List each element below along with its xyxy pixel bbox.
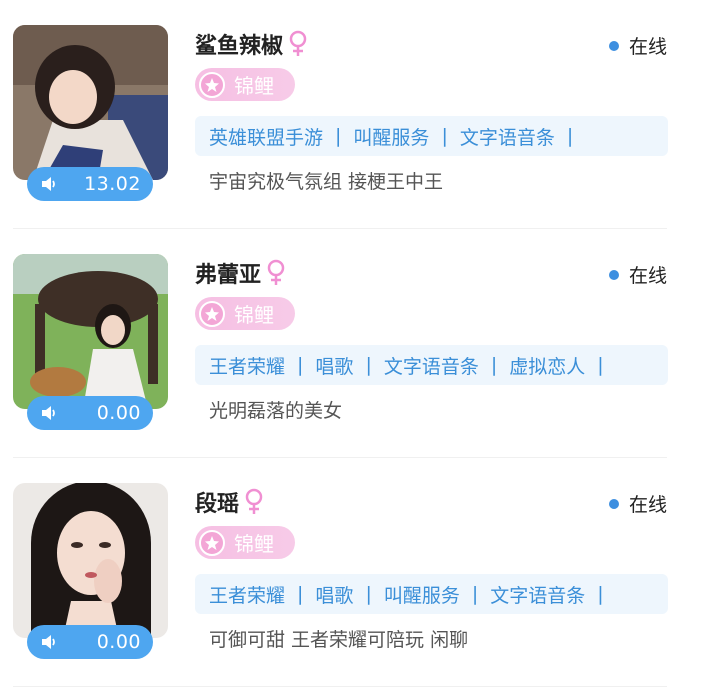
tag-separator: | xyxy=(566,125,574,147)
voice-intro-button[interactable]: 0.00 xyxy=(27,625,153,659)
tag[interactable]: 唱歌 xyxy=(315,352,353,379)
level-badge: 锦鲤 xyxy=(195,526,295,559)
status-text: 在线 xyxy=(628,265,667,287)
tag[interactable]: 虚拟恋人 xyxy=(509,352,585,379)
female-icon xyxy=(289,30,307,56)
speaker-icon xyxy=(42,406,55,420)
tag[interactable]: 文字语音条 xyxy=(384,352,479,379)
avatar-image xyxy=(13,25,168,180)
online-status: 在线 xyxy=(608,261,667,288)
online-status: 在线 xyxy=(608,490,667,517)
divider xyxy=(13,686,667,687)
user-card[interactable]: 0.00 段瑶 在线 锦鲤 王者荣耀 | 唱歌 | 叫醒服务 | 文字语音条 | xyxy=(0,458,711,687)
tag-separator: | xyxy=(297,354,304,376)
user-name-row: 段瑶 xyxy=(195,486,265,518)
tag-separator: | xyxy=(297,583,304,605)
user-card[interactable]: 0.00 弗蕾亚 在线 锦鲤 王者荣耀 | 唱歌 | 文字语音条 | 虚拟恋人 | xyxy=(0,229,711,458)
tag-separator: | xyxy=(490,354,498,376)
status-text: 在线 xyxy=(628,36,667,58)
voice-duration: 0.00 xyxy=(96,402,141,424)
avatar-image xyxy=(13,254,168,409)
tag-separator: | xyxy=(597,583,604,605)
skill-tags: 王者荣耀 | 唱歌 | 叫醒服务 | 文字语音条 | xyxy=(195,574,668,614)
avatar[interactable] xyxy=(13,254,168,409)
badge-label: 锦鲤 xyxy=(234,74,274,98)
speaker-icon xyxy=(42,635,55,649)
skill-tags: 英雄联盟手游 | 叫醒服务 | 文字语音条 | xyxy=(195,116,668,156)
user-bio: 宇宙究极气氛组 接梗王中王 xyxy=(209,171,444,193)
online-dot-icon xyxy=(608,498,619,509)
tag[interactable]: 王者荣耀 xyxy=(209,352,285,379)
star-icon xyxy=(199,71,225,98)
online-dot-icon xyxy=(608,269,619,280)
user-card[interactable]: 13.02 鲨鱼辣椒 在线 锦鲤 英雄联盟手游 | 叫醒服务 | 文字语音条 | xyxy=(0,0,711,229)
tag[interactable]: 文字语音条 xyxy=(460,123,555,150)
online-dot-icon xyxy=(608,40,619,51)
tag[interactable]: 叫醒服务 xyxy=(353,123,429,150)
star-icon xyxy=(199,529,225,556)
tag[interactable]: 王者荣耀 xyxy=(209,581,285,608)
star-icon xyxy=(199,300,225,327)
tag-separator: | xyxy=(365,583,372,605)
badge-label: 锦鲤 xyxy=(234,532,274,556)
speaker-icon xyxy=(42,177,55,191)
user-name: 弗蕾亚 xyxy=(195,263,262,288)
female-icon xyxy=(267,259,285,285)
user-name-row: 弗蕾亚 xyxy=(195,257,287,289)
user-name-row: 鲨鱼辣椒 xyxy=(195,28,309,60)
tag[interactable]: 英雄联盟手游 xyxy=(209,123,323,150)
tag-separator: | xyxy=(471,583,479,605)
voice-duration: 0.00 xyxy=(96,631,141,653)
tag-separator: | xyxy=(597,354,604,376)
tag[interactable]: 唱歌 xyxy=(315,581,353,608)
tag[interactable]: 文字语音条 xyxy=(490,581,585,608)
user-name: 鲨鱼辣椒 xyxy=(195,34,284,59)
status-text: 在线 xyxy=(628,494,667,516)
user-name: 段瑶 xyxy=(195,492,240,517)
avatar[interactable] xyxy=(13,483,168,638)
tag-separator: | xyxy=(365,354,372,376)
tag-separator: | xyxy=(441,125,448,147)
voice-intro-button[interactable]: 0.00 xyxy=(27,396,153,430)
user-bio: 可御可甜 王者荣耀可陪玩 闲聊 xyxy=(209,629,469,651)
avatar-image xyxy=(13,483,168,638)
online-status: 在线 xyxy=(608,32,667,59)
tag-separator: | xyxy=(335,125,342,147)
badge-label: 锦鲤 xyxy=(234,303,274,327)
user-list: 13.02 鲨鱼辣椒 在线 锦鲤 英雄联盟手游 | 叫醒服务 | 文字语音条 | xyxy=(0,0,711,690)
level-badge: 锦鲤 xyxy=(195,297,295,330)
tag[interactable]: 叫醒服务 xyxy=(384,581,460,608)
voice-duration: 13.02 xyxy=(84,173,141,195)
level-badge: 锦鲤 xyxy=(195,68,295,101)
user-bio: 光明磊落的美女 xyxy=(209,400,343,422)
female-icon xyxy=(245,488,263,514)
avatar[interactable] xyxy=(13,25,168,180)
skill-tags: 王者荣耀 | 唱歌 | 文字语音条 | 虚拟恋人 | xyxy=(195,345,668,385)
voice-intro-button[interactable]: 13.02 xyxy=(27,167,153,201)
